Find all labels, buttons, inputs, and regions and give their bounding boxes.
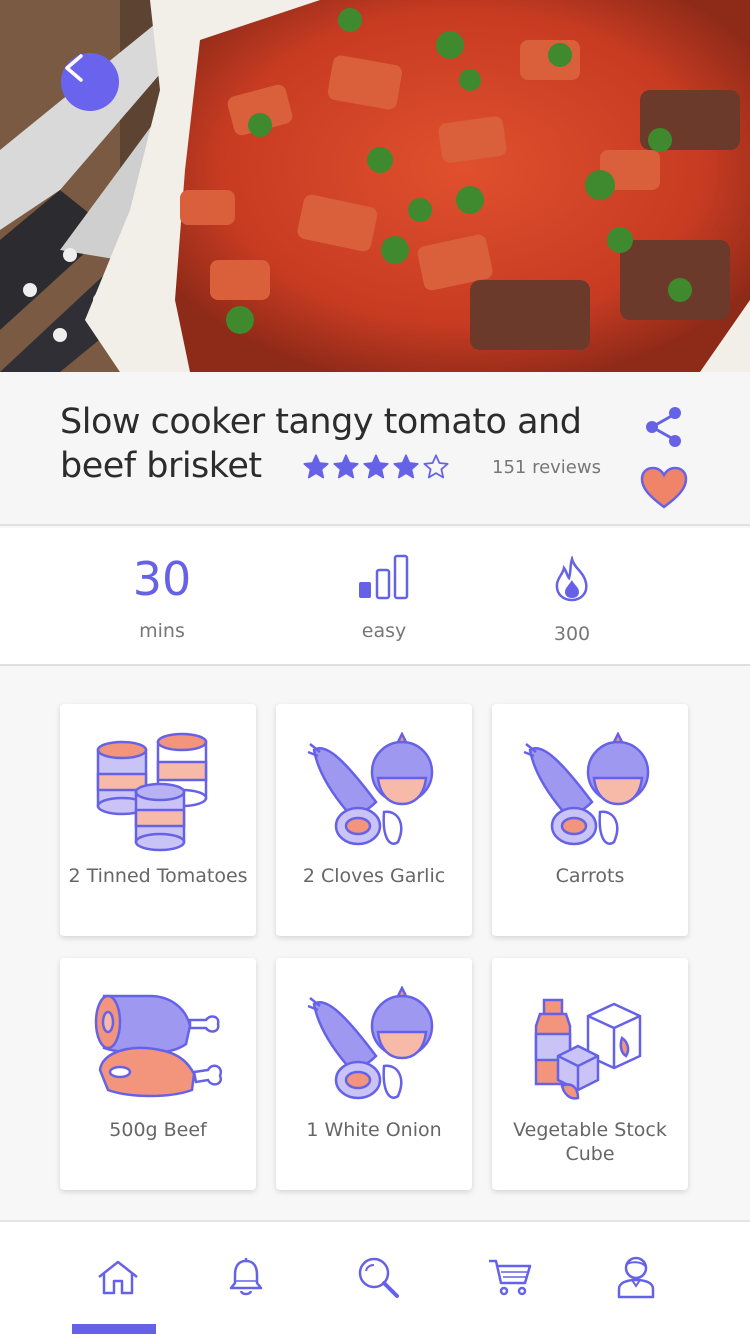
ingredient-card[interactable]: 1 White Onion bbox=[276, 958, 472, 1190]
ingredient-label: 2 Tinned Tomatoes bbox=[68, 865, 248, 887]
cart-icon bbox=[489, 1259, 532, 1296]
review-count[interactable]: 151 reviews bbox=[492, 457, 601, 478]
nav-home[interactable] bbox=[88, 1252, 148, 1302]
active-tab-indicator bbox=[72, 1324, 156, 1334]
back-button[interactable] bbox=[61, 53, 119, 111]
ingredient-label: Carrots bbox=[555, 865, 625, 887]
vegetables-icon bbox=[307, 732, 434, 846]
chevron-left-icon bbox=[65, 54, 83, 82]
cook-time-value: 30 bbox=[132, 552, 192, 606]
vegetables-icon bbox=[523, 732, 650, 846]
nav-cart[interactable] bbox=[480, 1252, 540, 1302]
nav-profile[interactable] bbox=[606, 1252, 666, 1302]
meat-icon bbox=[94, 994, 223, 1098]
flame-icon bbox=[555, 556, 588, 602]
user-icon bbox=[617, 1256, 655, 1299]
share-icon bbox=[646, 407, 681, 447]
calories-label: 300 bbox=[553, 623, 591, 645]
nav-search[interactable] bbox=[348, 1252, 408, 1302]
bottom-navigation bbox=[0, 1222, 750, 1334]
nav-notifications[interactable] bbox=[216, 1252, 276, 1302]
recipe-photo bbox=[0, 0, 750, 372]
recipe-header: Slow cooker tangy tomato and beef briske… bbox=[0, 372, 750, 526]
ingredient-label: Vegetable Stock Cube bbox=[513, 1119, 667, 1165]
recipe-page: Slow cooker tangy tomato and beef briske… bbox=[0, 0, 750, 1334]
calories-stat: 300 bbox=[472, 528, 672, 666]
ingredient-label: 500g Beef bbox=[109, 1119, 207, 1141]
star-filled-icon bbox=[303, 454, 329, 479]
ingredient-label: 2 Cloves Garlic bbox=[302, 865, 446, 887]
vegetables-icon bbox=[307, 986, 434, 1100]
favorite-button[interactable] bbox=[639, 466, 689, 510]
ingredient-label: 1 White Onion bbox=[306, 1119, 442, 1141]
star-empty-icon bbox=[423, 454, 449, 479]
star-filled-icon bbox=[393, 454, 419, 479]
recipe-stats: 30 mins easy 300 bbox=[0, 528, 750, 666]
heart-icon bbox=[640, 466, 688, 509]
difficulty-label: easy bbox=[361, 620, 407, 642]
bell-icon bbox=[229, 1258, 263, 1296]
star-rating bbox=[302, 453, 450, 481]
ingredients-grid: 2 Tinned Tomatoes 2 Cloves Garlic Carrot… bbox=[0, 668, 750, 1222]
share-button[interactable] bbox=[642, 405, 686, 449]
tins-icon bbox=[96, 732, 208, 852]
stock-cube-icon bbox=[534, 998, 642, 1100]
ingredient-card[interactable]: Carrots bbox=[492, 704, 688, 936]
ingredient-card[interactable]: Vegetable Stock Cube bbox=[492, 958, 688, 1190]
star-filled-icon bbox=[363, 454, 389, 479]
ingredient-card[interactable]: 2 Cloves Garlic bbox=[276, 704, 472, 936]
difficulty-bars-icon bbox=[359, 554, 409, 600]
star-filled-icon bbox=[333, 454, 359, 479]
home-icon bbox=[98, 1260, 138, 1295]
ingredient-card[interactable]: 500g Beef bbox=[60, 958, 256, 1190]
difficulty-stat: easy bbox=[284, 528, 484, 666]
ingredient-card[interactable]: 2 Tinned Tomatoes bbox=[60, 704, 256, 936]
cook-time-unit: mins bbox=[139, 620, 185, 642]
cook-time-stat: 30 mins bbox=[62, 528, 262, 666]
search-icon bbox=[358, 1257, 399, 1298]
